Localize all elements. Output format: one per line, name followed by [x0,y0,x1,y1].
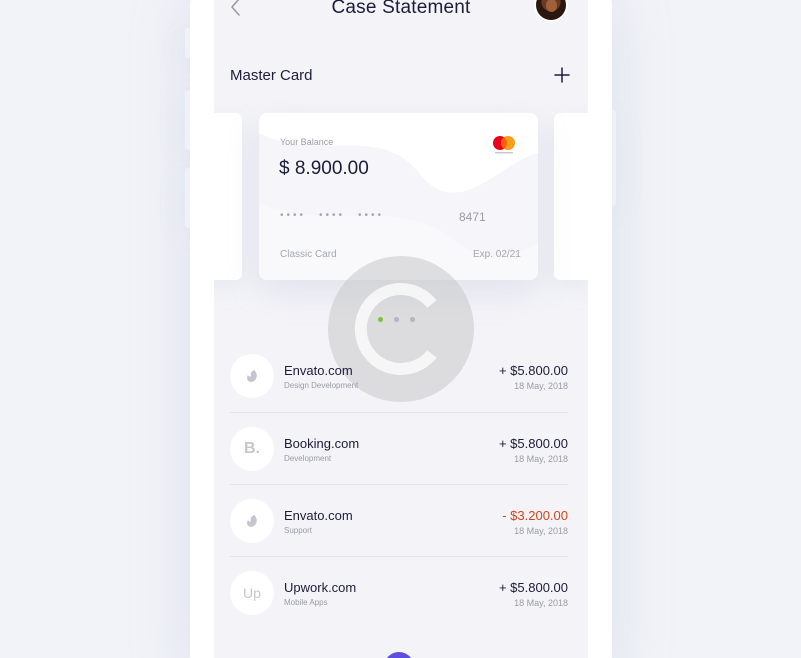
transaction-name: Envato.com [284,508,353,523]
floating-action-button[interactable] [384,652,414,658]
card-previous[interactable] [214,113,242,280]
transaction-date: 18 May, 2018 [514,526,568,536]
upwork-icon: Up [230,571,274,615]
booking-icon: B. [230,427,274,471]
pager-dot[interactable] [410,317,415,322]
page-title: Case Statement [331,0,471,18]
transaction-row[interactable]: Up Upwork.com Mobile Apps + $5.800.00 18… [230,556,568,628]
plus-icon [554,67,570,83]
transaction-name: Upwork.com [284,580,357,595]
card-expiry: Exp. 02/21 [473,249,521,260]
header: Case Statement [214,0,588,24]
transaction-row[interactable]: Envato.com Support - $3.200.00 18 May, 2… [230,484,568,556]
transaction-name: Booking.com [284,436,360,451]
section-title: Master Card [230,67,313,84]
mastercard-logo-icon [493,136,515,154]
transaction-row[interactable]: B. Booking.com Development + $5.800.00 1… [230,412,568,484]
transaction-amount: + $5.800.00 [498,580,568,595]
card-last-four: 8471 [459,210,486,224]
transaction-category: Design Development [284,381,359,390]
transaction-category: Development [284,454,332,463]
balance-value: $ 8.900.00 [279,158,369,179]
card-next[interactable] [554,113,588,280]
transaction-row[interactable]: Envato.com Design Development + $5.800.0… [230,340,568,412]
transaction-date: 18 May, 2018 [514,598,568,608]
transaction-category: Support [284,526,313,535]
add-card-button[interactable] [553,66,571,84]
transaction-amount: + $5.800.00 [498,363,568,378]
card-pager [378,309,426,327]
envato-icon [230,354,274,398]
transaction-amount: + $5.800.00 [498,436,568,451]
transaction-date: 18 May, 2018 [514,381,568,391]
transaction-date: 18 May, 2018 [514,454,568,464]
credit-card[interactable]: Your Balance $ 8.900.00 •••• •••• •••• 847… [259,113,538,280]
app-screen: Case Statement Master Card Your Balance … [214,0,588,658]
transaction-list: Envato.com Design Development + $5.800.0… [230,340,568,628]
envato-icon [230,499,274,543]
balance-label: Your Balance [280,137,334,147]
transaction-name: Envato.com [284,363,353,378]
transaction-amount: - $3.200.00 [502,508,568,523]
pager-dot[interactable] [394,317,399,322]
transaction-category: Mobile Apps [284,598,328,607]
pager-dot[interactable] [378,317,383,322]
card-number-masked: •••• •••• •••• [280,210,385,221]
